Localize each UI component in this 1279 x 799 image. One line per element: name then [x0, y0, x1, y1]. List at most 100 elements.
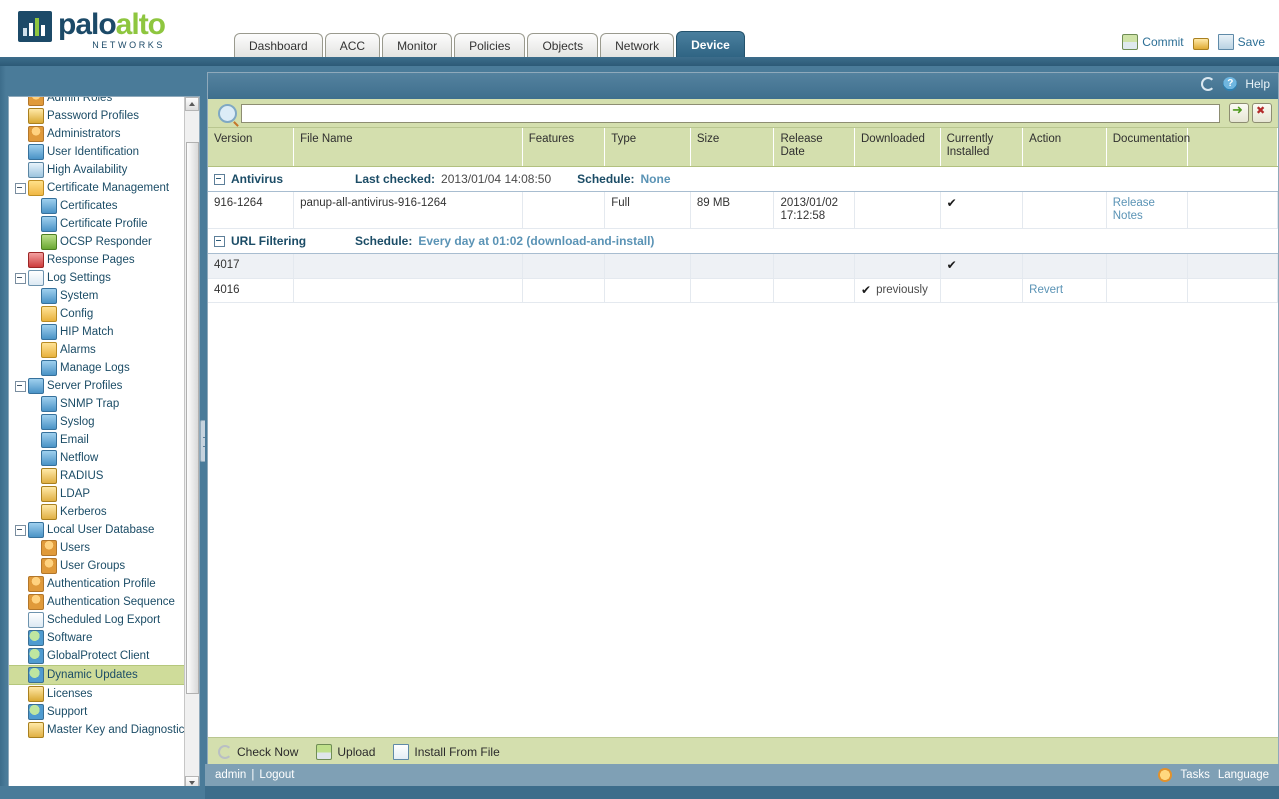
search-apply-button[interactable]	[1229, 102, 1249, 123]
tab-acc[interactable]: ACC	[324, 33, 381, 58]
sidebar-item-radius[interactable]: RADIUS	[9, 467, 192, 485]
sidebar-item-certificates[interactable]: Certificates	[9, 197, 192, 215]
col-features[interactable]: Features	[522, 128, 606, 167]
sidebar-item-authentication-profile[interactable]: Authentication Profile	[9, 575, 192, 593]
document-icon	[393, 743, 410, 760]
col-file-name[interactable]: File Name	[293, 128, 523, 167]
tasks-icon[interactable]	[1158, 768, 1173, 782]
sidebar-item-dynamic-updates[interactable]: Dynamic Updates	[9, 665, 198, 685]
sidebar-item-syslog[interactable]: Syslog	[9, 413, 192, 431]
scrollbar-thumb[interactable]	[186, 142, 199, 694]
sidebar-item-support[interactable]: Support	[9, 703, 192, 721]
sidebar-item-label: Alarms	[60, 344, 96, 356]
panel-top-bar: ? Help	[208, 73, 1278, 99]
folder-icon	[28, 180, 44, 196]
help-icon[interactable]: ?	[1223, 77, 1238, 91]
sidebar-item-kerberos[interactable]: Kerberos	[9, 503, 192, 521]
upload-button[interactable]: Upload	[316, 743, 375, 760]
scroll-up-arrow-icon[interactable]	[185, 97, 199, 111]
sidebar-item-config[interactable]: Config	[9, 305, 192, 323]
sidebar-item-password-profiles[interactable]: Password Profiles	[9, 107, 192, 125]
padlock-icon[interactable]	[1192, 37, 1209, 50]
sidebar-item-hip-match[interactable]: HIP Match	[9, 323, 192, 341]
tab-monitor[interactable]: Monitor	[382, 33, 453, 58]
sidebar-item-high-availability[interactable]: High Availability	[9, 161, 192, 179]
commit-button[interactable]: Commit	[1122, 34, 1184, 50]
sidebar-item-system[interactable]: System	[9, 287, 192, 305]
tasks-link[interactable]: Tasks	[1180, 769, 1209, 781]
schedule-link[interactable]: Every day at 01:02 (download-and-install…	[418, 235, 654, 248]
sidebar-item-label: RADIUS	[60, 470, 104, 482]
sidebar-item-admin-roles[interactable]: Admin Roles	[9, 97, 192, 107]
table-row[interactable]: 4017 ✔	[208, 253, 1278, 279]
col-type[interactable]: Type	[604, 128, 691, 167]
sidebar-item-software[interactable]: Software	[9, 629, 192, 647]
cell-action-link[interactable]: Revert	[1029, 284, 1063, 296]
sidebar-item-master-key-and-diagnostics[interactable]: Master Key and Diagnostics	[9, 721, 192, 739]
tab-dashboard[interactable]: Dashboard	[234, 33, 323, 58]
sidebar-item-ocsp-responder[interactable]: OCSP Responder	[9, 233, 192, 251]
tree-collapse-icon[interactable]	[15, 380, 26, 392]
install-from-file-button[interactable]: Install From File	[393, 743, 500, 760]
search-input[interactable]	[241, 103, 1220, 123]
sidebar-item-licenses[interactable]: Licenses	[9, 685, 192, 703]
sidebar-item-email[interactable]: Email	[9, 431, 192, 449]
col-release-date[interactable]: Release Date	[773, 128, 855, 167]
group-collapse-icon[interactable]	[214, 236, 225, 247]
sidebar-item-local-user-database[interactable]: Local User Database	[9, 521, 192, 539]
sidebar-item-log-settings[interactable]: Log Settings	[9, 269, 192, 287]
col-size[interactable]: Size	[690, 128, 775, 167]
logout-link[interactable]: Logout	[259, 769, 294, 781]
col-action[interactable]: Action	[1022, 128, 1107, 167]
refresh-icon[interactable]	[1201, 77, 1216, 91]
col-downloaded[interactable]: Downloaded	[854, 128, 941, 167]
sidebar-item-response-pages[interactable]: Response Pages	[9, 251, 192, 269]
sidebar-item-snmp-trap[interactable]: SNMP Trap	[9, 395, 192, 413]
tree-collapse-icon[interactable]	[15, 182, 26, 194]
sidebar-item-manage-logs[interactable]: Manage Logs	[9, 359, 192, 377]
sidebar-item-label: Dynamic Updates	[47, 669, 138, 681]
cell-currently-installed: ✔	[940, 191, 1024, 229]
sidebar-item-server-profiles[interactable]: Server Profiles	[9, 377, 192, 395]
sidebar-item-label: High Availability	[47, 164, 128, 176]
save-button[interactable]: Save	[1217, 34, 1265, 50]
col-version[interactable]: Version	[208, 128, 295, 167]
sidebar-item-label: Software	[47, 632, 93, 644]
tab-device[interactable]: Device	[676, 31, 745, 58]
cell-documentation[interactable]: Release Notes	[1106, 191, 1189, 229]
cell-action[interactable]: Revert	[1022, 278, 1107, 303]
sidebar-item-user-groups[interactable]: User Groups	[9, 557, 192, 575]
col-documentation[interactable]: Documentation	[1106, 128, 1190, 167]
sidebar-item-alarms[interactable]: Alarms	[9, 341, 192, 359]
tree-collapse-icon[interactable]	[15, 524, 26, 536]
help-label[interactable]: Help	[1245, 77, 1270, 91]
language-link[interactable]: Language	[1218, 769, 1269, 781]
sidebar-item-ldap[interactable]: LDAP	[9, 485, 192, 503]
cell-release-date	[773, 253, 855, 279]
sidebar-item-authentication-sequence[interactable]: Authentication Sequence	[9, 593, 192, 611]
search-clear-button[interactable]	[1252, 103, 1272, 123]
sidebar-item-certificate-management[interactable]: Certificate Management	[9, 179, 192, 197]
sidebar-item-certificate-profile[interactable]: Certificate Profile	[9, 215, 192, 233]
tab-objects[interactable]: Objects	[527, 33, 599, 58]
sidebar-item-netflow[interactable]: Netflow	[9, 449, 192, 467]
tab-network[interactable]: Network	[600, 33, 675, 58]
tree-collapse-icon[interactable]	[15, 272, 26, 284]
sidebar-item-administrators[interactable]: Administrators	[9, 125, 192, 143]
sidebar-item-user-identification[interactable]: User Identification	[9, 143, 192, 161]
cell-documentation-link[interactable]: Release Notes	[1113, 197, 1155, 222]
group-collapse-icon[interactable]	[214, 174, 225, 185]
table-row[interactable]: 916-1264 panup-all-antivirus-916-1264 Full…	[208, 191, 1278, 229]
table-group-row: Antivirus Last checked: 2013/01/04 14:08:5…	[208, 166, 1278, 192]
sidebar-item-users[interactable]: Users	[9, 539, 192, 557]
sidebar-item-scheduled-log-export[interactable]: Scheduled Log Export	[9, 611, 192, 629]
col-currently-installed[interactable]: Currently Installed	[940, 128, 1024, 167]
schedule-link[interactable]: None	[641, 173, 671, 186]
system-log-icon	[41, 288, 57, 304]
sidebar-item-globalprotect-client[interactable]: GlobalProtect Client	[9, 647, 192, 665]
table-row[interactable]: 4016 ✔ previously Revert	[208, 278, 1278, 303]
sidebar-item-label: SNMP Trap	[60, 398, 120, 410]
sidebar-scrollbar[interactable]	[184, 97, 199, 790]
check-now-button[interactable]: Check Now	[218, 744, 298, 759]
tab-policies[interactable]: Policies	[454, 33, 526, 58]
